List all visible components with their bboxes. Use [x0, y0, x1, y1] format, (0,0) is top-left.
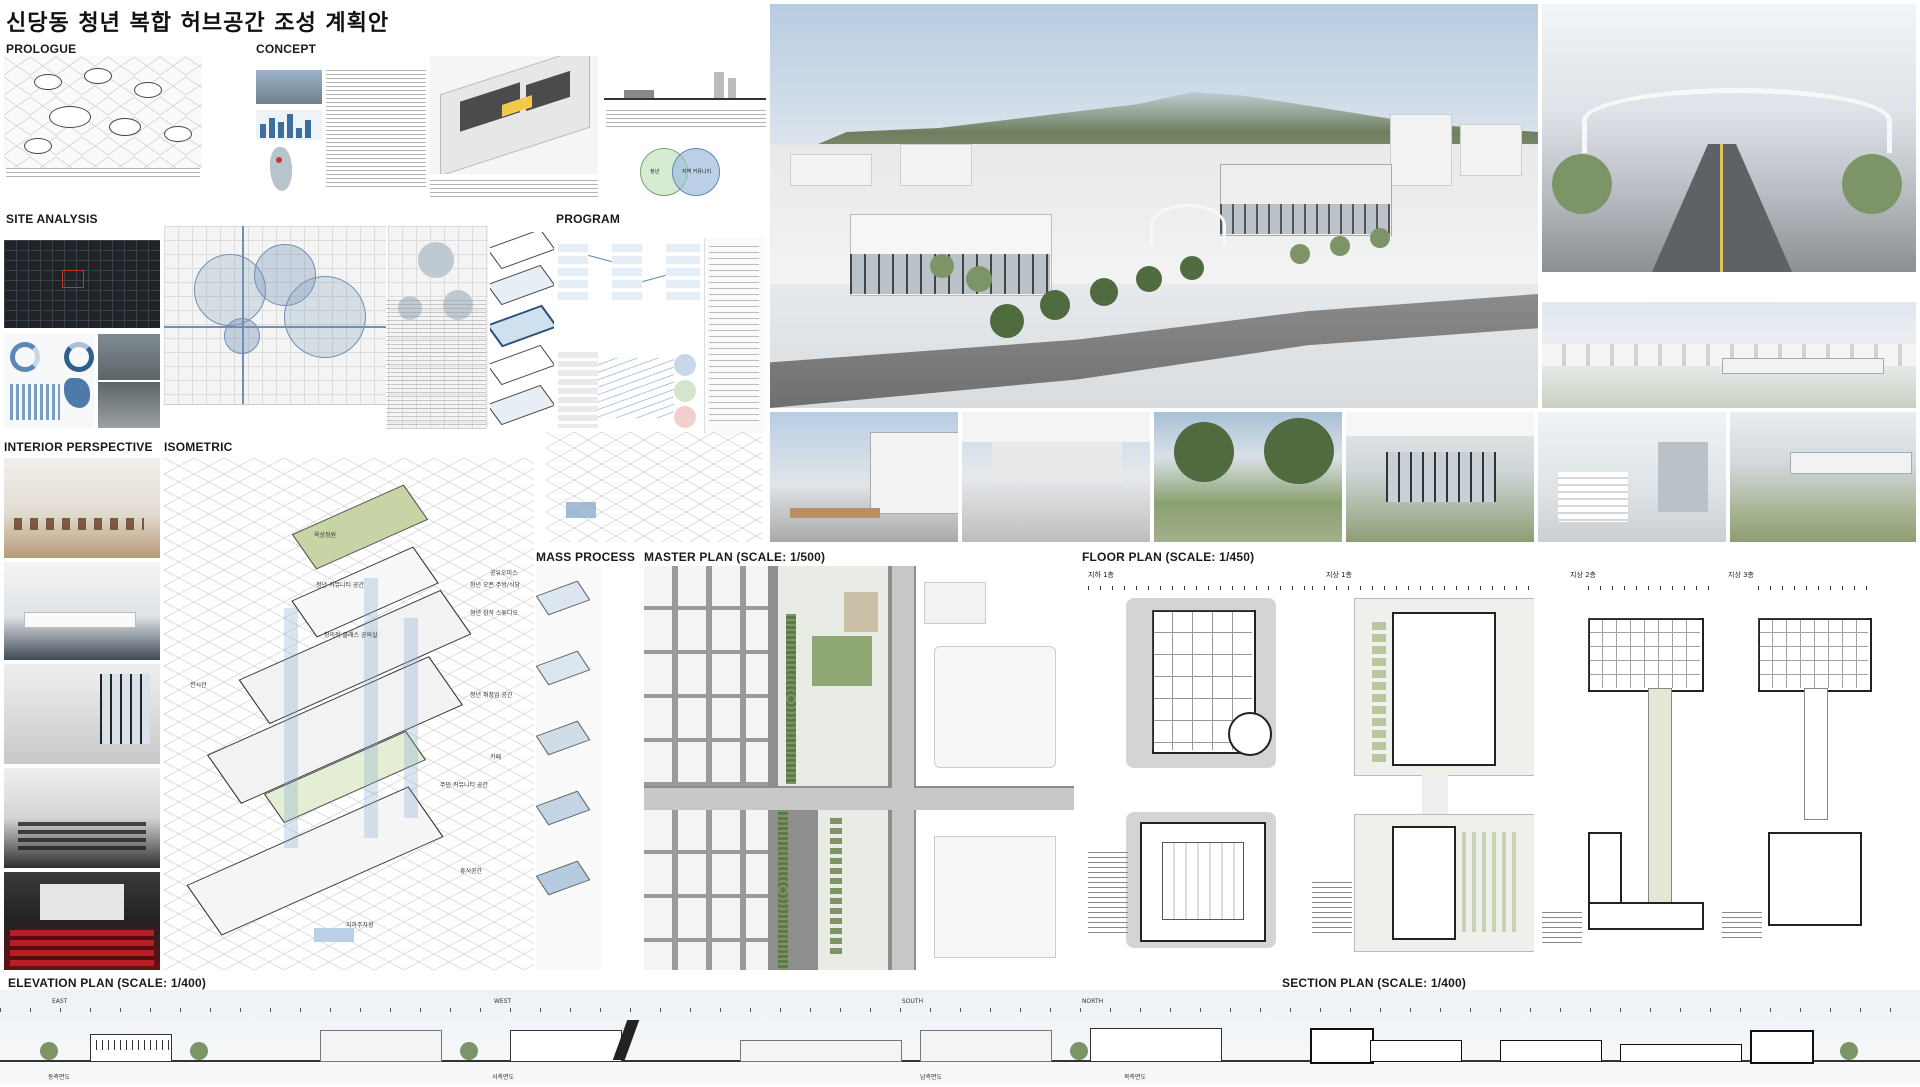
floor-plan-1f: [1312, 582, 1534, 970]
elevation-dir-east: EAST: [52, 998, 68, 1005]
iso-label-rooftop: 옥상정원: [314, 532, 337, 539]
interior-render-office: [4, 562, 160, 660]
elevation-label-south: 남측면도: [920, 1074, 943, 1081]
program-diagram-2: [556, 348, 704, 434]
site-aerial-photo: [4, 240, 160, 328]
section-title-floor-plan: FLOOR PLAN (SCALE: 1/450): [1082, 550, 1255, 564]
iso-label-startup: 청년 취창업 공간: [470, 692, 513, 699]
program-iso-grid: [546, 432, 762, 542]
mass-process-diagrams: [536, 566, 602, 970]
section-title-prologue: PROLOGUE: [6, 42, 77, 56]
site-analysis-text: [386, 300, 486, 430]
section-title-mass-process: MASS PROCESS: [536, 550, 636, 564]
section-title-master-plan: MASTER PLAN (SCALE: 1/500): [644, 550, 826, 564]
iso-label-studio: 청년 창작 스튜디오: [470, 610, 518, 617]
iso-label-cafe: 카페: [490, 754, 502, 761]
prologue-diagram: [4, 56, 202, 168]
concept-photo: [256, 70, 322, 104]
floor-label-2f: 지상 2층: [1570, 571, 1596, 579]
isometric-exploded-diagram: [164, 458, 534, 970]
main-exterior-render: [770, 4, 1538, 408]
venn-label-community: 지역 커뮤니티: [682, 169, 712, 175]
iso-label-youth-community: 청년 커뮤니티 공간: [316, 582, 364, 589]
poster-title: 신당동 청년 복합 허브공간 조성 계획안: [6, 11, 390, 36]
iso-label-kitchen: 청년 오픈 주방/식당: [470, 582, 520, 589]
elevation-label-west: 서측면도: [492, 1074, 515, 1081]
floor-plan-2f: [1538, 582, 1714, 970]
prologue-text: [6, 168, 200, 180]
floor-label-b1: 지하 1층: [1088, 571, 1114, 579]
elevation-label-north: 북측면도: [1124, 1074, 1147, 1081]
concept-bar-chart: [256, 110, 322, 140]
small-render-6: [1730, 412, 1916, 542]
concept-text: [326, 70, 426, 190]
concept-iso-diagram: [430, 56, 598, 174]
concept-bottom-text: [430, 180, 598, 200]
elevation-dir-west: WEST: [494, 998, 512, 1005]
iso-label-exhibition: 전시관: [190, 682, 207, 689]
iso-label-residents: 주민 커뮤니티 공간: [440, 782, 488, 789]
small-render-4: [1346, 412, 1534, 542]
site-charts: [4, 334, 94, 428]
elevation-section-strip: [0, 990, 1920, 1084]
elevation-label-east: 동측면도: [48, 1074, 71, 1081]
iso-label-class: 창의적 클래스 공의실: [324, 632, 378, 639]
section-title-isometric: ISOMETRIC: [164, 440, 233, 454]
iso-label-shared-office: 공유오피스: [490, 570, 518, 577]
floor-label-1f: 지상 1층: [1326, 571, 1352, 579]
korea-map: [262, 145, 300, 195]
program-area-table: [704, 238, 765, 434]
section-title-concept: CONCEPT: [256, 42, 317, 56]
section-title-interior-perspective: INTERIOR PERSPECTIVE: [4, 440, 153, 454]
site-analysis-map: [164, 226, 386, 428]
small-render-3: [1154, 412, 1342, 542]
master-plan-drawing: [644, 566, 1074, 970]
interior-render-theater: [4, 872, 160, 970]
section-title-program: PROGRAM: [556, 212, 621, 226]
elevation-dir-south: SOUTH: [902, 998, 924, 1005]
small-render-5: [1538, 412, 1726, 542]
interior-render-lobby: [4, 664, 160, 764]
small-render-1: [770, 412, 958, 542]
concept-skyline: [604, 56, 766, 106]
floor-label-3f: 지상 3층: [1728, 571, 1754, 579]
iso-label-parking: 지하주차장: [346, 922, 374, 929]
program-diagram-1: [556, 238, 704, 310]
small-render-2: [962, 412, 1150, 542]
panorama-render: [1542, 302, 1916, 408]
elevation-dir-north: NORTH: [1082, 998, 1104, 1005]
program-iso-stack: [490, 232, 554, 432]
iso-label-rest: 휴식공간: [460, 868, 483, 875]
interior-render-classroom: [4, 768, 160, 868]
street-render: [1542, 4, 1916, 272]
section-title-elevation-plan: ELEVATION PLAN (SCALE: 1/400): [8, 976, 207, 990]
site-photos: [98, 334, 160, 428]
concept-skyline-text: [606, 110, 766, 130]
venn-label-youth: 청년: [650, 169, 660, 175]
floor-plan-3f: [1718, 582, 1916, 970]
interior-render-cafe: [4, 458, 160, 558]
section-title-site-analysis: SITE ANALYSIS: [6, 212, 98, 226]
section-title-section-plan: SECTION PLAN (SCALE: 1/400): [1282, 976, 1467, 990]
floor-plan-b1: [1088, 582, 1308, 970]
